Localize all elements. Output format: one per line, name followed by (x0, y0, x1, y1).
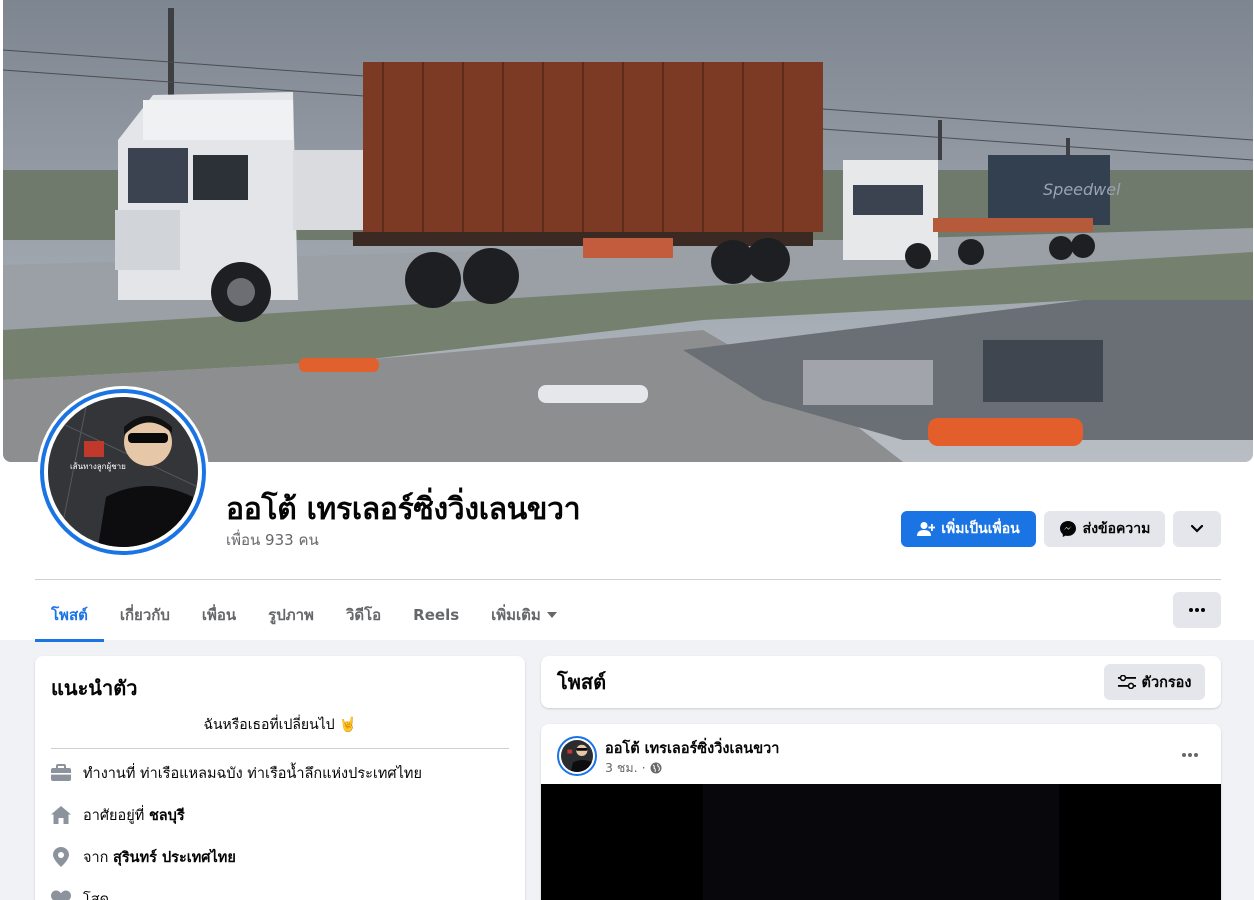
posts-header: โพสต์ ตัวกรอง (541, 656, 1221, 708)
container-logo-text: Speedwel (1043, 180, 1121, 199)
cover-photo[interactable]: Speedwel (3, 0, 1253, 462)
post-author-name[interactable]: ออโต้ เทรเลอร์ซิ่งวิ่งเลนขวา (605, 737, 779, 760)
message-label: ส่งข้อความ (1082, 521, 1151, 537)
avatar-overlay-text: เส้นทางลูกผู้ชาย (70, 462, 126, 472)
info-from: จาก สุรินทร์ ประเทศไทย (51, 847, 509, 867)
post-media-content (703, 784, 1059, 900)
filter-button[interactable]: ตัวกรอง (1104, 664, 1205, 700)
profile-avatar[interactable]: เส้นทางลูกผู้ชาย (37, 386, 209, 558)
tab-posts[interactable]: โพสต์ (35, 590, 104, 642)
tab-reels[interactable]: Reels (397, 590, 475, 640)
messenger-icon (1059, 521, 1076, 537)
post-card: ออโต้ เทรเลอร์ซิ่งวิ่งเลนขวา 3 ชม. · (541, 724, 1221, 900)
more-dots-icon (1182, 753, 1198, 757)
friend-count[interactable]: เพื่อน 933 คน (226, 528, 319, 552)
tab-friends[interactable]: เพื่อน (186, 590, 252, 640)
info-work: ทำงานที่ ท่าเรือแหลมฉบัง ท่าเรือน้ำลึกแห… (51, 763, 509, 783)
heart-icon (51, 889, 71, 900)
header-divider (35, 579, 1221, 580)
post-avatar-image (561, 740, 593, 772)
profile-header: Speedwel เส้นทางลูกผู้ชาย ออโต้ เทรเลอร์… (0, 0, 1254, 642)
post-options-button[interactable] (1175, 740, 1205, 770)
chevron-down-icon (1190, 524, 1204, 533)
profile-tabs: โพสต์ เกี่ยวกับ เพื่อน รูปภาพ วิดีโอ Ree… (35, 590, 573, 642)
info-lives: อาศัยอยู่ที่ ชลบุรี (51, 805, 509, 825)
profile-name: ออโต้ เทรเลอร์ซิ่งวิ่งเลนขวา (226, 492, 581, 527)
globe-icon[interactable] (650, 762, 662, 774)
post-author-avatar[interactable] (557, 736, 597, 776)
tab-more[interactable]: เพิ่มเติม (475, 590, 573, 640)
caret-down-icon (546, 612, 557, 618)
add-friend-label: เพิ่มเป็นเพื่อน (941, 521, 1020, 537)
tab-more-label: เพิ่มเติม (491, 606, 541, 624)
post-media[interactable] (541, 784, 1221, 900)
tab-about[interactable]: เกี่ยวกับ (104, 590, 186, 640)
more-dots-icon (1189, 608, 1205, 612)
filter-label: ตัวกรอง (1141, 674, 1192, 691)
bio-text: ฉันหรือเธอที่เปลี่ยนไป 🤘 (51, 714, 509, 749)
filter-icon (1117, 675, 1136, 689)
location-pin-icon (51, 847, 71, 867)
info-relationship: โสด (51, 889, 509, 900)
work-place[interactable]: ท่าเรือแหลมฉบัง ท่าเรือน้ำลึกแห่งประเทศไ… (140, 766, 422, 782)
profile-options-button[interactable] (1173, 511, 1221, 547)
add-friend-icon (917, 522, 936, 536)
relationship-status: โสด (83, 891, 110, 900)
message-button[interactable]: ส่งข้อความ (1044, 511, 1165, 547)
post-meta: 3 ชม. · (605, 758, 662, 778)
post-time[interactable]: 3 ชม. · (605, 758, 646, 778)
briefcase-icon (51, 763, 71, 783)
lives-prefix: อาศัยอยู่ที่ (83, 807, 145, 824)
intro-card: แนะนำตัว ฉันหรือเธอที่เปลี่ยนไป 🤘 ทำงานท… (35, 656, 525, 900)
home-icon (51, 805, 71, 825)
avatar-image: เส้นทางลูกผู้ชาย (48, 397, 198, 547)
tabs-more-options-button[interactable] (1173, 592, 1221, 628)
tab-videos[interactable]: วิดีโอ (330, 590, 397, 640)
lives-place[interactable]: ชลบุรี (149, 808, 185, 824)
add-friend-button[interactable]: เพิ่มเป็นเพื่อน (901, 511, 1036, 547)
work-prefix: ทำงานที่ (83, 765, 136, 782)
posts-title: โพสต์ (557, 670, 607, 694)
intro-title: แนะนำตัว (51, 676, 138, 700)
from-prefix: จาก (83, 849, 109, 866)
tab-photos[interactable]: รูปภาพ (252, 590, 330, 640)
from-place[interactable]: สุรินทร์ ประเทศไทย (113, 850, 236, 866)
